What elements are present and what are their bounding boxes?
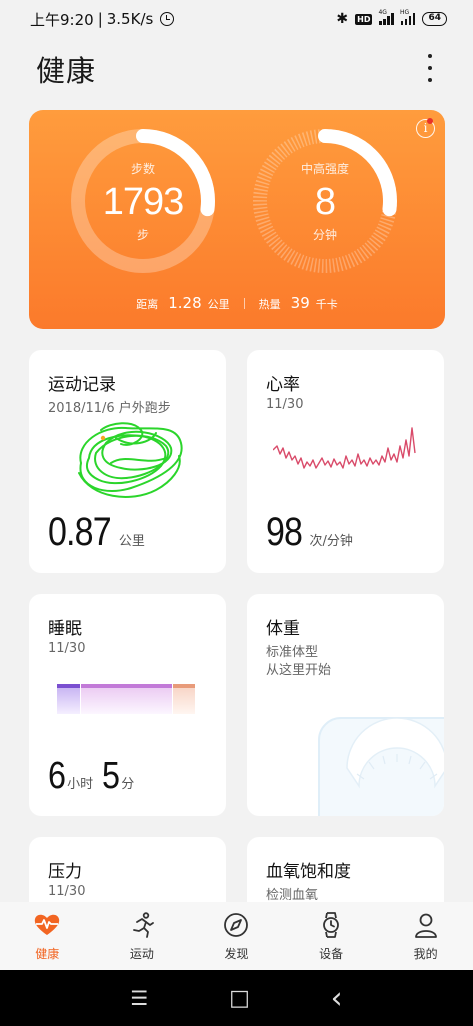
stress-title: 压力 xyxy=(48,862,82,882)
more-dot-icon xyxy=(428,78,432,82)
more-dot-icon xyxy=(428,54,432,58)
activity-summary-card[interactable]: 步数 1793 步 中高强度 8 分钟 i 距离 1.28 公里 热量 39 千… xyxy=(29,110,445,329)
heart-date: 11/30 xyxy=(266,397,304,412)
bluetooth-icon: ✱ xyxy=(336,11,349,27)
weight-card[interactable]: 体重 标准体型 从这里开始 xyxy=(247,594,444,816)
steps-value: 1793 xyxy=(102,180,185,223)
heart-title: 心率 xyxy=(266,375,300,395)
sleep-hours-unit: 小时 xyxy=(67,777,94,792)
distance-unit: 公里 xyxy=(207,298,230,311)
nav-health-label: 健康 xyxy=(35,946,60,961)
home-icon[interactable]: □ xyxy=(229,986,250,1011)
spo2-title: 血氧饱和度 xyxy=(266,862,351,882)
sleep-title: 睡眠 xyxy=(48,619,82,639)
stress-date: 11/30 xyxy=(48,884,86,899)
weight-line2: 从这里开始 xyxy=(266,663,332,678)
weight-title: 体重 xyxy=(266,619,300,639)
heart-rate-sparkline xyxy=(273,427,416,469)
scale-illustration xyxy=(318,717,444,816)
sleep-segment-awake xyxy=(173,684,195,714)
calories-unit: 千卡 xyxy=(315,298,338,311)
stats-divider xyxy=(243,297,245,309)
sleep-date: 11/30 xyxy=(48,641,86,656)
system-navigation-bar: ☰ □ ‹ xyxy=(0,970,473,1026)
steps-ring[interactable]: 步数 1793 步 xyxy=(68,126,218,276)
running-icon xyxy=(132,911,154,938)
nav-health[interactable]: 健康 xyxy=(0,902,95,970)
person-icon xyxy=(414,913,437,938)
hero-stats: 距离 1.28 公里 热量 39 千卡 xyxy=(29,294,445,312)
net-type-2: HG xyxy=(399,9,410,16)
steps-unit: 步 xyxy=(136,227,149,242)
sleep-segment-light xyxy=(81,684,172,714)
exercise-record-card[interactable]: 运动记录 2018/11/6 户外跑步 0.87 公里 xyxy=(29,350,226,573)
run-route-map xyxy=(78,422,183,498)
bottom-navigation: 健康 运动 发现 设备 我的 xyxy=(0,902,473,970)
nav-exercise-label: 运动 xyxy=(129,946,154,961)
compass-icon xyxy=(224,912,249,937)
hd-badge: HD xyxy=(355,13,373,25)
status-bar: 上午9:20 | 3.5K/s ✱ HD 4G HG 64 xyxy=(0,0,473,38)
calories-label: 热量 xyxy=(258,298,281,311)
sleep-minutes: 5 xyxy=(102,755,120,797)
spo2-subtitle: 检测血氧 xyxy=(266,888,319,903)
nav-devices-label: 设备 xyxy=(319,946,344,961)
battery-indicator: 64 xyxy=(422,12,447,26)
heart-rate-value-group: 98 次/分钟 xyxy=(266,510,353,555)
intensity-ring[interactable]: 中高强度 8 分钟 xyxy=(250,126,400,276)
heart-rate-card[interactable]: 心率 11/30 98 次/分钟 xyxy=(247,350,444,573)
sleep-duration: 6 小时 5 分 xyxy=(48,755,134,798)
intensity-unit: 分钟 xyxy=(312,227,337,242)
nav-devices[interactable]: 设备 xyxy=(284,902,379,970)
sleep-hours: 6 xyxy=(48,755,66,797)
nav-discover-label: 发现 xyxy=(224,946,249,961)
exercise-distance: 0.87 公里 xyxy=(48,510,145,555)
weight-line1: 标准体型 xyxy=(266,645,319,660)
menu-icon[interactable]: ☰ xyxy=(130,986,148,1010)
steps-label: 步数 xyxy=(130,161,155,176)
signal-4g-icon: 4G xyxy=(378,9,394,25)
watch-icon xyxy=(323,911,339,938)
nav-discover[interactable]: 发现 xyxy=(189,902,284,970)
nav-me[interactable]: 我的 xyxy=(378,902,473,970)
page-title: 健康 xyxy=(36,54,97,88)
distance-value: 1.28 xyxy=(168,294,202,312)
sleep-card[interactable]: 睡眠 11/30 6 小时 5 分 xyxy=(29,594,226,816)
intensity-value: 8 xyxy=(314,180,336,223)
back-icon[interactable]: ‹ xyxy=(331,981,343,1016)
exercise-title: 运动记录 xyxy=(48,375,116,395)
status-time: 上午9:20 xyxy=(30,10,94,29)
heart-pulse-icon xyxy=(35,914,60,935)
network-speed: 3.5K/s xyxy=(106,10,154,28)
calories-value: 39 xyxy=(290,294,310,312)
nav-exercise[interactable]: 运动 xyxy=(95,902,190,970)
intensity-label: 中高强度 xyxy=(300,161,349,176)
heart-unit: 次/分钟 xyxy=(309,534,353,549)
heart-value: 98 xyxy=(266,510,303,554)
distance-label: 距离 xyxy=(136,298,159,311)
notification-dot xyxy=(427,118,433,124)
exercise-value: 0.87 xyxy=(48,510,112,554)
alarm-icon xyxy=(160,12,175,26)
sleep-stage-chart xyxy=(57,684,195,714)
exercise-unit: 公里 xyxy=(118,534,145,549)
net-type-1: 4G xyxy=(378,9,387,16)
signal-hg-icon: HG xyxy=(400,9,416,25)
sleep-minutes-unit: 分 xyxy=(121,777,135,792)
more-dot-icon xyxy=(428,66,432,70)
sleep-segment-deep xyxy=(57,684,80,714)
status-separator: | xyxy=(97,10,103,28)
exercise-subtitle: 2018/11/6 户外跑步 xyxy=(48,401,171,416)
nav-me-label: 我的 xyxy=(413,946,438,961)
more-options-button[interactable] xyxy=(418,52,442,84)
